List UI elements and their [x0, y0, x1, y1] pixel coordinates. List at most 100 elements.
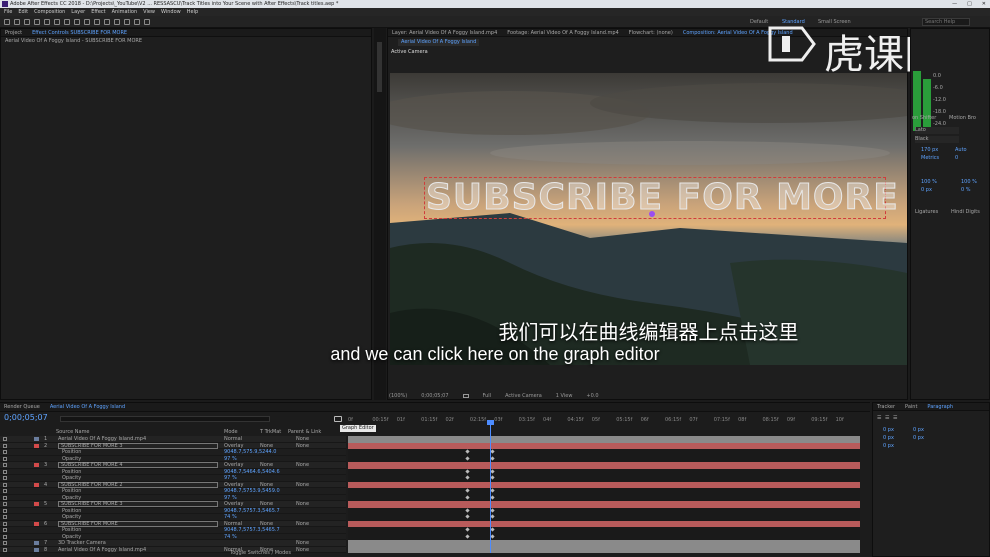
property-name[interactable]: Opacity	[62, 495, 81, 501]
layer-label-color[interactable]	[34, 443, 39, 448]
layer-mode-dropdown[interactable]: Overlay	[224, 443, 243, 449]
property-value[interactable]: 74 %	[224, 514, 237, 520]
zoom-tool-icon[interactable]	[34, 19, 40, 25]
track-matte-dropdown[interactable]: None	[260, 521, 273, 527]
keyframe-icon[interactable]	[490, 449, 495, 454]
tab-render-queue[interactable]: Render Queue	[4, 403, 40, 411]
anchor-point-icon[interactable]	[649, 211, 655, 217]
align-right-icon[interactable]: ☰	[893, 415, 897, 422]
keyframe-icon[interactable]	[490, 527, 495, 532]
layer-label-color[interactable]	[34, 521, 39, 526]
visibility-eye-icon[interactable]	[3, 515, 7, 519]
zoom-dropdown[interactable]: (100%)	[389, 393, 407, 399]
property-value[interactable]: 97 %	[224, 475, 237, 481]
playhead[interactable]	[490, 421, 491, 553]
track-matte-dropdown[interactable]: None	[260, 501, 273, 507]
leading-field[interactable]: Auto	[955, 147, 967, 154]
tab-on-shifter[interactable]: on Shifter	[912, 115, 936, 122]
pan-behind-tool-icon[interactable]	[64, 19, 70, 25]
subscribe-text-layer[interactable]: SUBSCRIBE FOR MORE	[426, 177, 899, 219]
home-tool-icon[interactable]	[4, 19, 10, 25]
tab-flowchart[interactable]: Flowchart: (none)	[629, 29, 673, 36]
tab-paint[interactable]: Paint	[905, 403, 917, 410]
layer-name[interactable]: SUBSCRIBE FOR MORE	[58, 520, 218, 527]
keyframe-icon[interactable]	[490, 514, 495, 519]
keyframe-icon[interactable]	[490, 494, 495, 500]
track-matte-dropdown[interactable]: None	[260, 443, 273, 449]
keyframe-icon[interactable]	[490, 507, 495, 513]
layer-label-color[interactable]	[34, 482, 39, 487]
visibility-eye-icon[interactable]	[3, 476, 7, 480]
hand-tool-icon[interactable]	[24, 19, 30, 25]
parent-dropdown[interactable]: None	[296, 462, 309, 468]
baseline-shift-field[interactable]: 0 px	[921, 187, 932, 194]
property-value[interactable]: 9048.7,575.9,5244.0	[224, 449, 276, 455]
kerning-field[interactable]: Metrics	[921, 155, 939, 162]
font-size-field[interactable]: 170 px	[921, 147, 938, 154]
property-value[interactable]: 97 %	[224, 495, 237, 501]
menu-help[interactable]: Help	[187, 8, 198, 16]
keyframe-icon[interactable]	[465, 527, 470, 532]
menu-layer[interactable]: Layer	[71, 8, 85, 16]
camera-icon[interactable]	[462, 393, 469, 398]
pen-tool-icon[interactable]	[84, 19, 90, 25]
parent-dropdown[interactable]: None	[296, 436, 309, 442]
eraser-tool-icon[interactable]	[124, 19, 130, 25]
visibility-eye-icon[interactable]	[3, 482, 7, 487]
menu-animation[interactable]: Animation	[112, 8, 138, 16]
tab-project[interactable]: Project	[5, 29, 22, 36]
layer-name[interactable]: Aerial Video Of A Foggy Island.mp4	[58, 436, 146, 442]
layer-label-color[interactable]	[34, 541, 39, 545]
layer-mode-dropdown[interactable]: Normal	[224, 436, 242, 442]
selection-tool-icon[interactable]	[14, 19, 20, 25]
shape-tool-icon[interactable]	[74, 19, 80, 25]
tab-motion-bro[interactable]: Motion Bro	[949, 115, 976, 122]
property-name[interactable]: Position	[62, 449, 81, 455]
keyframe-icon[interactable]	[490, 468, 495, 474]
exposure-value[interactable]: +0.0	[586, 393, 598, 399]
view-layout-dropdown[interactable]: 1 View	[556, 393, 573, 399]
comp-subtab[interactable]: Aerial Video Of A Foggy Island	[398, 39, 480, 46]
property-value[interactable]: 9048.7,5753.9,5459.0	[224, 488, 280, 494]
keyframe-icon[interactable]	[465, 468, 470, 474]
resolution-dropdown[interactable]: Full	[483, 393, 492, 399]
property-name[interactable]: Opacity	[62, 534, 81, 540]
menu-file[interactable]: File	[4, 8, 12, 16]
layer-label-color[interactable]	[34, 437, 39, 441]
timeline-search-input[interactable]	[60, 416, 270, 422]
tab-layer[interactable]: Layer: Aerial Video Of A Foggy Island.mp…	[392, 29, 497, 36]
property-name[interactable]: Opacity	[62, 514, 81, 520]
first-line-indent-field[interactable]: 0 px	[883, 435, 894, 442]
visibility-eye-icon[interactable]	[3, 534, 7, 539]
scrollbar[interactable]	[377, 42, 382, 92]
graph-editor-icon[interactable]	[334, 416, 342, 422]
property-name[interactable]: Opacity	[62, 475, 81, 481]
roto-tool-icon[interactable]	[134, 19, 140, 25]
keyframe-icon[interactable]	[465, 514, 470, 519]
visibility-eye-icon[interactable]	[3, 443, 7, 448]
tab-tracker[interactable]: Tracker	[877, 403, 895, 410]
toggle-switches-modes[interactable]: Toggle Switches / Modes	[230, 550, 291, 557]
puppet-tool-icon[interactable]	[144, 19, 150, 25]
time-ruler[interactable]: 0f 00:15f 01f 01:15f 02f 02:15f 03f 03:15f 04f 04…	[348, 417, 860, 429]
tab-paragraph[interactable]: Paragraph	[927, 403, 953, 410]
visibility-eye-icon[interactable]	[3, 547, 7, 552]
parent-dropdown[interactable]: None	[296, 501, 309, 507]
visibility-eye-icon[interactable]	[3, 450, 7, 454]
layer-name[interactable]: Aerial Video Of A Foggy Island.mp4	[58, 547, 146, 553]
menu-effect[interactable]: Effect	[91, 8, 105, 16]
visibility-eye-icon[interactable]	[3, 456, 7, 461]
viewer-timecode[interactable]: 0;00;05;07	[421, 393, 448, 399]
keyframe-icon[interactable]	[465, 488, 470, 493]
layer-mode-dropdown[interactable]: Overlay	[224, 462, 243, 468]
ligatures-checkbox[interactable]: Ligatures	[915, 209, 938, 216]
layer-name[interactable]: SUBSCRIBE FOR MORE 2	[58, 481, 218, 488]
hindi-digits-checkbox[interactable]: Hindi Digits	[951, 209, 980, 216]
keyframe-icon[interactable]	[490, 533, 495, 539]
track-bar[interactable]	[348, 546, 860, 553]
property-value[interactable]: 9048.7,5757.3,5465.7	[224, 508, 280, 514]
tab-effect-controls[interactable]: Effect Controls SUBSCRIBE FOR MORE	[32, 29, 127, 36]
visibility-eye-icon[interactable]	[3, 489, 7, 493]
property-value[interactable]: 9048.7,5757.3,5465.7	[224, 527, 280, 533]
font-family-dropdown[interactable]: Lato	[915, 127, 959, 134]
